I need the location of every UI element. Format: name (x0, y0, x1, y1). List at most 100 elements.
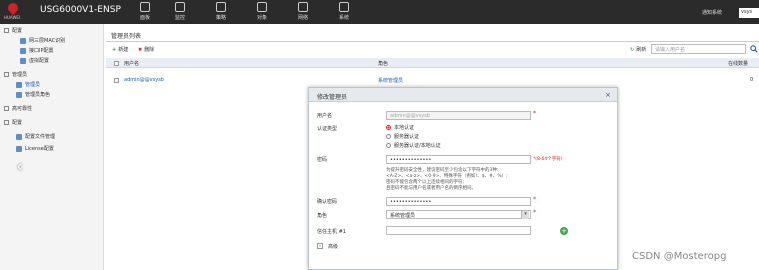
required-mark: * (533, 110, 536, 117)
dialog-title: 修改管理员 (317, 94, 348, 101)
page-icon (20, 47, 26, 54)
search-input[interactable]: 请输入用户名 (651, 44, 746, 54)
huawei-logo-icon (5, 0, 21, 16)
radio-label: 服务器认证/本地认证 (394, 143, 441, 149)
sidebar-item-admin-role[interactable]: 管理员角色 (16, 91, 50, 100)
radio-label: 服务器认证 (394, 134, 420, 140)
sidebar-item-interface[interactable]: 接口IP配置 (20, 47, 54, 56)
sidebar-label: 配置 (12, 28, 23, 34)
confirm-password-field[interactable]: •••••••••••••• (386, 197, 531, 206)
top-bar: HUAWEI USG6000V1-ENSP 面板 监控 策略 对象 网络 系统 … (0, 0, 759, 24)
sidebar-group-config[interactable]: 配置 (4, 27, 22, 36)
sidebar-group-ha[interactable]: 高可靠性 (4, 105, 32, 114)
role-select[interactable]: 系统管理员 (386, 210, 531, 219)
sidebar-group-config2[interactable]: 配置 (4, 119, 22, 128)
radio-label: 本地认证 (394, 125, 415, 131)
required-mark: * (533, 209, 536, 216)
password-hint-4: 且密码不能与用户名或者用户名的倒序相同。 (386, 186, 476, 191)
refresh-icon: ↻ (630, 47, 635, 53)
panel-title: 管理员列表 (111, 33, 142, 40)
column-online[interactable]: 在线数量 (728, 60, 748, 67)
nav-policy[interactable]: 策略 (204, 2, 238, 24)
watermark: CSDN @Mosteropg (632, 251, 727, 262)
column-username[interactable]: 用户名 (124, 60, 139, 67)
password-field[interactable]: •••••••••••••• (386, 155, 531, 164)
delete-label: 删除 (144, 47, 155, 53)
delete-button[interactable]: ✖ 删除 (138, 46, 154, 53)
auth-local-radio[interactable]: 本地认证 (386, 124, 414, 131)
row-username[interactable]: admin@@vsysb (124, 77, 164, 83)
divider (106, 41, 759, 42)
radio-icon (386, 134, 391, 139)
page-icon (20, 57, 26, 64)
sidebar-label: 配置 (12, 120, 23, 126)
sidebar-label: 管理员 (12, 72, 28, 78)
nav-label: 面板 (139, 15, 150, 21)
nav-network[interactable]: 网络 (286, 2, 320, 24)
row-checkbox[interactable] (114, 78, 119, 83)
sidebar: 配置 网三层MAC识别 接口IP配置 虚拟配置 管理员 管理员 管理员角色 高可… (0, 24, 104, 270)
trusted-host-label: 信任主机 #1 (317, 229, 346, 235)
nav-label: 监控 (174, 15, 185, 21)
sidebar-group-admin[interactable]: 管理员 (4, 71, 27, 80)
column-role[interactable]: 角色 (378, 60, 388, 67)
collapse-toggle-icon[interactable]: – (317, 243, 323, 249)
select-all-checkbox[interactable] (114, 61, 119, 66)
row-role[interactable]: 系统管理员 (378, 77, 403, 84)
sidebar-item-config-file[interactable]: 配置文件管理 (16, 133, 55, 142)
username-label: 用户名 (317, 113, 333, 119)
page-icon (20, 37, 26, 44)
search-icon[interactable] (750, 45, 758, 53)
radio-icon (386, 143, 391, 148)
back-arrow-icon[interactable]: ‹ (16, 156, 23, 177)
sidebar-item-mac[interactable]: 网三层MAC识别 (20, 37, 65, 46)
add-icon[interactable]: + (560, 227, 568, 235)
nav-system[interactable]: 系统 (327, 2, 361, 24)
nav-dashboard[interactable]: 面板 (128, 2, 162, 24)
sidebar-item-license[interactable]: License配置 (16, 145, 54, 154)
advanced-label[interactable]: 高级 (328, 243, 338, 250)
sidebar-label: 接口IP配置 (29, 48, 54, 54)
chevron-down-icon[interactable]: ▾ (521, 211, 529, 219)
table-header: 用户名 角色 在线数量 (106, 58, 759, 68)
password-label: 密码 (317, 157, 328, 163)
system-icon (339, 2, 349, 12)
auth-server-local-radio[interactable]: 服务器认证/本地认证 (386, 142, 441, 149)
username-field: admin@@vsysb (386, 111, 531, 120)
notification-link[interactable]: 通知系统 (702, 9, 722, 16)
sidebar-label: License配置 (25, 146, 54, 152)
new-label: 新建 (118, 47, 129, 53)
password-hint-1: 为提升密码安全性，建议密码至少包含以下字符中的3种: (386, 168, 499, 173)
sidebar-label: 高可靠性 (12, 106, 33, 112)
object-icon (257, 2, 267, 12)
network-icon (298, 2, 308, 12)
close-icon[interactable]: × (605, 91, 611, 99)
nav-label: 系统 (338, 15, 349, 21)
expand-icon (4, 28, 9, 33)
huawei-logo: HUAWEI (4, 0, 22, 21)
delete-icon: ✖ (138, 47, 143, 53)
sidebar-item-virtual[interactable]: 虚拟配置 (20, 57, 49, 66)
sidebar-label: 网三层MAC识别 (29, 38, 66, 44)
nav-object[interactable]: 对象 (245, 2, 279, 24)
password-range-hint: *(8-64个字符) (533, 157, 563, 162)
sidebar-label: 管理员角色 (25, 92, 51, 98)
sidebar-item-admin[interactable]: 管理员 (16, 81, 40, 90)
nav-label: 策略 (215, 15, 226, 21)
nav-monitor[interactable]: 监控 (163, 2, 197, 24)
license-icon (16, 145, 22, 152)
dialog-header: 修改管理员 × (309, 88, 617, 102)
refresh-button[interactable]: ↻ 刷新 (630, 46, 646, 53)
radio-selected-icon (386, 125, 391, 130)
confirm-password-label: 确认密码 (317, 199, 338, 205)
expand-icon (4, 120, 9, 125)
sidebar-label: 管理员 (25, 82, 41, 88)
vsys-selector[interactable]: vsys (739, 8, 759, 18)
auth-server-radio[interactable]: 服务器认证 (386, 133, 419, 140)
new-button[interactable]: + 新建 (112, 46, 128, 53)
required-mark: * (533, 196, 536, 203)
table-row[interactable]: admin@@vsysb 系统管理员 0 (106, 76, 759, 86)
trusted-host-field[interactable] (386, 226, 531, 235)
edit-admin-dialog: 修改管理员 × 用户名 admin@@vsysb * 认证类型 本地认证 服务器… (308, 87, 618, 270)
monitor-icon (175, 2, 185, 12)
